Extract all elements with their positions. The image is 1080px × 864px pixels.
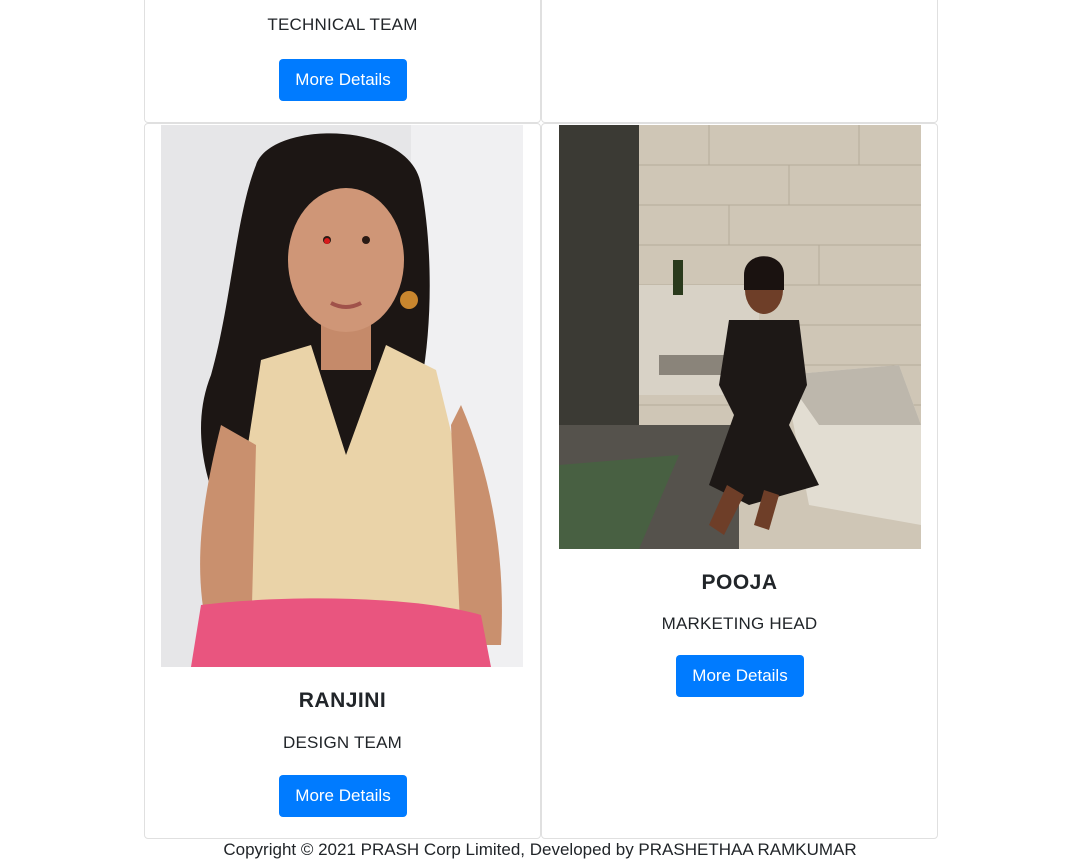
member-photo-pooja — [559, 125, 921, 549]
team-page: TECHNICAL TEAM More Details RANJINI DESI… — [0, 0, 1080, 864]
more-details-button[interactable]: More Details — [279, 59, 407, 101]
more-details-button[interactable]: More Details — [676, 655, 804, 697]
member-name: RANJINI — [298, 689, 387, 712]
member-role: MARKETING HEAD — [661, 614, 818, 633]
member-name: POOJA — [701, 571, 778, 594]
team-card-ranjini: RANJINI DESIGN TEAM More Details — [144, 123, 541, 839]
more-details-button[interactable]: More Details — [279, 775, 407, 817]
member-role: DESIGN TEAM — [282, 733, 403, 752]
team-card-top-right — [541, 0, 938, 123]
team-card-technical: TECHNICAL TEAM More Details — [144, 0, 541, 123]
member-role: TECHNICAL TEAM — [267, 15, 418, 34]
member-photo-ranjini — [161, 125, 523, 667]
team-card-pooja: POOJA MARKETING HEAD More Details — [541, 123, 938, 839]
footer-copyright: Copyright © 2021 PRASH Corp Limited, Dev… — [223, 840, 857, 859]
